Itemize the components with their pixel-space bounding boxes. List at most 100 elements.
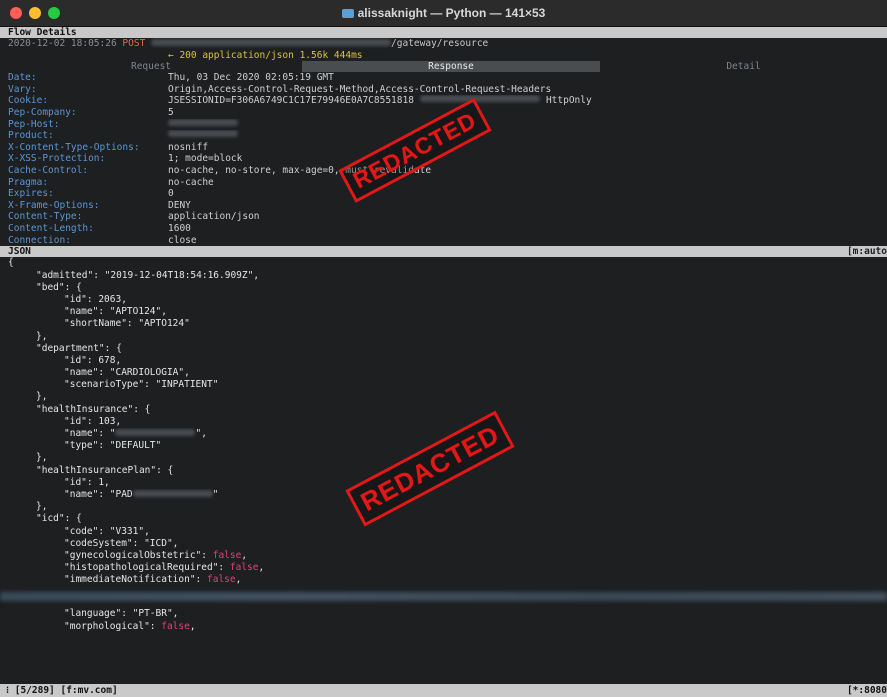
json-line: },: [0, 501, 887, 513]
header-row: Vary: Origin,Access-Control-Request-Metho…: [0, 84, 887, 96]
json-view-bar: JSON [m:auto: [0, 246, 887, 258]
json-text: "department": {: [36, 342, 122, 354]
json-line: "bed": {: [0, 282, 887, 294]
header-row: Content-Type: application/json: [0, 211, 887, 223]
header-value-tail: HttpOnly: [545, 95, 592, 107]
header-value: 0: [168, 188, 174, 200]
header-row: Connection: close: [0, 235, 887, 247]
header-value: DENY: [168, 199, 191, 211]
json-line: "gynecologicalObstetric": false,: [0, 550, 887, 562]
header-key: Cache-Control:: [8, 164, 89, 176]
header-key: X-XSS-Protection:: [8, 153, 106, 165]
json-text: "name": "CARDIOLOGIA",: [64, 367, 190, 379]
json-punct: ": [212, 488, 219, 500]
json-bool-value: false: [161, 620, 190, 632]
status-flow-position: ⁝ [5/289] [f:mv.com]: [6, 685, 118, 696]
header-row: Date: Thu, 03 Dec 2020 02:05:19 GMT: [0, 72, 887, 84]
tab-request[interactable]: Request: [0, 61, 302, 72]
header-key: Product:: [8, 130, 54, 142]
json-text: "gynecologicalObstetric":: [64, 549, 213, 561]
json-line: "name": "APTO124",: [0, 306, 887, 318]
json-text: "admitted": "2019-12-04T18:54:16.909Z",: [36, 269, 260, 281]
json-line: "department": {: [0, 343, 887, 355]
header-key: X-Content-Type-Options:: [8, 141, 140, 153]
json-text: "name": ": [64, 428, 116, 440]
header-value: application/json: [168, 211, 260, 223]
json-punct: ",: [195, 428, 207, 440]
status-port: [*:8080: [846, 685, 887, 696]
header-key: Date:: [8, 72, 37, 84]
header-row: X-Frame-Options: DENY: [0, 200, 887, 212]
view-mode-indicator[interactable]: [m:auto: [846, 246, 887, 258]
json-text: "type": "DEFAULT": [64, 440, 162, 452]
flow-timestamp: 2020-12-02 18:05:26: [8, 38, 117, 50]
header-row: Cache-Control: no-cache, no-store, max-ag…: [0, 165, 887, 177]
window-title: alissaknight — Python — 141×53: [0, 6, 887, 20]
json-bool-value: false: [207, 574, 236, 586]
json-text: },: [36, 501, 48, 513]
tab-detail[interactable]: Detail: [600, 61, 887, 72]
header-key: Vary:: [8, 83, 37, 95]
json-line: "id": 103,: [0, 416, 887, 428]
json-text: "shortName": "APTO124": [64, 318, 190, 330]
redacted-value: [115, 429, 196, 437]
header-value: Thu, 03 Dec 2020 02:05:19 GMT: [168, 72, 334, 84]
json-punct: ,: [189, 620, 196, 632]
json-line: {: [0, 257, 887, 269]
json-line: "morphological": false,: [0, 621, 887, 633]
redacted-value: [168, 118, 238, 126]
response-duration: 444ms: [333, 49, 363, 61]
json-bool-value: false: [229, 562, 259, 574]
json-line: "codeSystem": "ICD",: [0, 538, 887, 550]
tab-response[interactable]: Response: [302, 60, 600, 73]
json-text: "id": 2063,: [64, 293, 127, 305]
json-bool-value: false: [212, 549, 242, 561]
json-text: "healthInsurancePlan": {: [36, 464, 174, 476]
json-text: "morphological":: [64, 620, 162, 632]
flow-path: /gateway/resource: [391, 38, 489, 50]
json-line: "histopathologicalRequired": false,: [0, 562, 887, 574]
header-key: Pep-Host:: [8, 118, 60, 130]
json-line: "admitted": "2019-12-04T18:54:16.909Z",: [0, 270, 887, 282]
json-punct: ,: [235, 574, 242, 586]
json-text: "id": 678,: [64, 354, 122, 366]
window-title-text: alissaknight — Python — 141×53: [357, 6, 546, 20]
json-text: "healthInsurance": {: [36, 403, 151, 415]
redacted-host: [151, 39, 392, 47]
header-value: close: [168, 234, 197, 246]
header-key: Content-Length:: [8, 222, 94, 234]
header-key: Content-Type:: [8, 211, 83, 223]
json-text: "id": 103,: [64, 415, 122, 427]
request-line: 2020-12-02 18:05:26 POST /gateway/resour…: [0, 38, 887, 49]
header-key: Pep-Company:: [8, 106, 77, 118]
json-text: "language": "PT-BR",: [64, 608, 179, 620]
header-value: no-cache: [168, 176, 214, 188]
header-row: Content-Length: 1600: [0, 223, 887, 235]
json-text: "name": "PAD: [64, 488, 133, 500]
json-punct: ,: [258, 562, 265, 574]
json-line: "name": "PAD ": [0, 489, 887, 501]
json-line: "language": "PT-BR",: [0, 608, 887, 620]
json-line: },: [0, 391, 887, 403]
header-row: Pragma: no-cache: [0, 177, 887, 189]
json-line: "scenarioType": "INPATIENT": [0, 379, 887, 391]
json-text: "histopathologicalRequired":: [64, 562, 230, 574]
response-summary: ← 200 application/json 1.56k 444ms: [0, 50, 887, 61]
json-text: {: [8, 257, 14, 269]
json-line: "shortName": "APTO124": [0, 318, 887, 330]
header-key: Expires:: [8, 188, 54, 200]
header-value: 1; mode=block: [168, 153, 243, 165]
redacted-value: [168, 130, 238, 138]
flow-method: POST: [122, 38, 146, 50]
json-view-label: JSON: [8, 246, 31, 258]
json-text: },: [36, 330, 48, 342]
window-titlebar: alissaknight — Python — 141×53: [0, 0, 887, 27]
json-text: "bed": {: [36, 281, 82, 293]
response-status: ← 200 application/json: [168, 49, 294, 61]
json-text: },: [36, 452, 48, 464]
header-value: 1600: [168, 222, 191, 234]
json-line: "id": 2063,: [0, 294, 887, 306]
json-line: "code": "V331",: [0, 526, 887, 538]
json-punct: ,: [241, 549, 248, 561]
header-key: X-Frame-Options:: [8, 199, 100, 211]
